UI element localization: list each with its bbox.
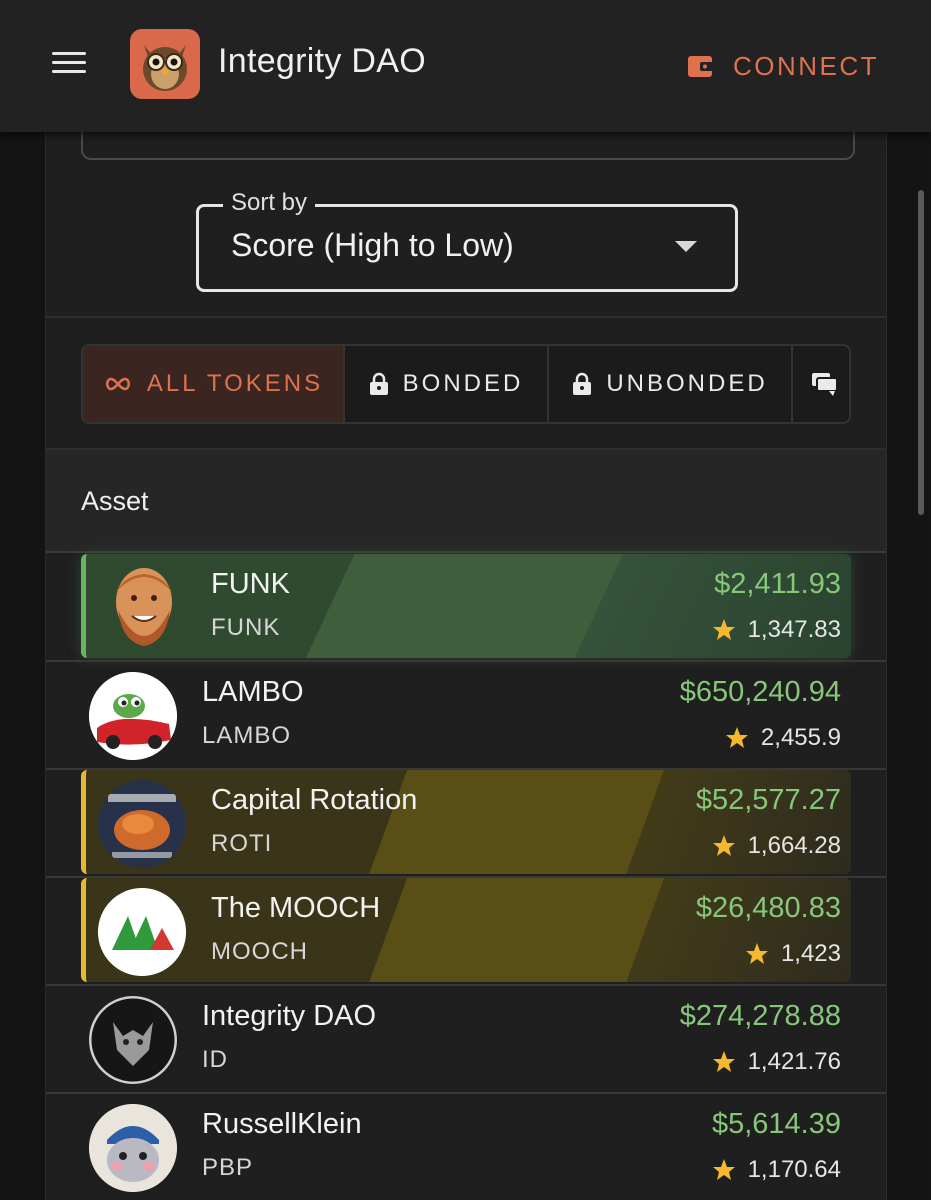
tab-chat[interactable] — [793, 346, 849, 422]
avatar — [89, 996, 177, 1084]
asset-price: $274,278.88 — [679, 1000, 841, 1032]
star-icon — [712, 1159, 735, 1180]
asset-symbol: ROTI — [211, 830, 273, 857]
asset-symbol: MOOCH — [211, 938, 308, 965]
infinity-icon — [105, 377, 130, 391]
asset-score: 1,664.28 — [712, 832, 841, 860]
token-filter-tabs: ALL TOKENS BONDED UNBONDED — [81, 344, 851, 424]
star-icon — [745, 943, 768, 964]
asset-price: $2,411.93 — [714, 568, 841, 600]
asset-symbol: FUNK — [211, 614, 281, 641]
sort-label: Sort by — [223, 189, 316, 217]
score-value: 1,423 — [780, 940, 841, 967]
tab-all-tokens[interactable]: ALL TOKENS — [83, 346, 345, 422]
table-row[interactable]: FUNK FUNK $2,411.93 1,347.83 — [46, 552, 886, 662]
asset-name: Capital Rotation — [211, 784, 418, 816]
star-icon — [725, 727, 748, 748]
main-panel: Sort by Score (High to Low) ALL TOKENS B… — [45, 122, 887, 1200]
avatar — [104, 562, 184, 650]
sort-value: Score (High to Low) — [231, 227, 514, 263]
star-icon — [712, 835, 735, 856]
lock-icon — [369, 372, 388, 395]
tab-bonded[interactable]: BONDED — [345, 346, 549, 422]
tab-label: BONDED — [402, 370, 524, 397]
asset-name: Integrity DAO — [202, 1000, 377, 1032]
score-value: 1,421.76 — [747, 1048, 841, 1075]
asset-symbol: LAMBO — [202, 722, 292, 749]
tab-unbonded[interactable]: UNBONDED — [549, 346, 793, 422]
tab-label: UNBONDED — [606, 370, 768, 397]
chat-icon — [812, 373, 838, 396]
tab-label: ALL TOKENS — [146, 370, 324, 397]
app-bar: Integrity DAO CONNECT — [0, 0, 931, 132]
score-value: 1,664.28 — [747, 832, 841, 859]
connect-label: CONNECT — [732, 50, 879, 81]
connect-button[interactable]: CONNECT — [687, 46, 879, 86]
asset-name: RussellKlein — [202, 1108, 362, 1140]
hamburger-menu-icon[interactable] — [52, 52, 86, 76]
asset-symbol: ID — [202, 1046, 228, 1073]
avatar — [89, 672, 177, 760]
sort-select[interactable]: Sort by Score (High to Low) — [196, 189, 738, 292]
divider — [46, 316, 886, 318]
star-icon — [712, 1051, 735, 1072]
asset-price: $650,240.94 — [679, 676, 841, 708]
asset-name: FUNK — [211, 568, 290, 600]
asset-score: 1,421.76 — [712, 1048, 841, 1076]
asset-score: 1,170.64 — [712, 1156, 841, 1184]
table-row[interactable]: RussellKlein PBP $5,614.39 1,170.64 — [46, 1092, 886, 1200]
asset-price: $5,614.39 — [711, 1108, 841, 1140]
asset-price: $26,480.83 — [695, 892, 841, 924]
scrollbar[interactable] — [918, 190, 924, 515]
avatar — [98, 888, 186, 976]
table-row[interactable]: Capital Rotation ROTI $52,577.27 1,664.2… — [46, 768, 886, 878]
app-title: Integrity DAO — [218, 42, 426, 80]
asset-symbol: PBP — [202, 1154, 254, 1181]
asset-name: LAMBO — [202, 676, 304, 708]
column-header-asset: Asset — [81, 486, 149, 516]
avatar — [98, 780, 186, 868]
table-row[interactable]: LAMBO LAMBO $650,240.94 2,455.9 — [46, 660, 886, 770]
star-icon — [712, 619, 735, 640]
score-value: 1,347.83 — [747, 616, 841, 643]
table-header: Asset — [46, 450, 886, 552]
chevron-down-icon — [675, 241, 697, 252]
owl-logo[interactable] — [130, 29, 200, 99]
lock-open-icon — [573, 372, 592, 395]
table-row[interactable]: The MOOCH MOOCH $26,480.83 1,423 — [46, 876, 886, 986]
asset-name: The MOOCH — [211, 892, 381, 924]
asset-score: 2,455.9 — [725, 724, 841, 752]
score-value: 2,455.9 — [760, 724, 841, 751]
score-value: 1,170.64 — [747, 1156, 841, 1183]
asset-score: 1,347.83 — [712, 616, 841, 644]
wallet-icon — [687, 56, 714, 77]
asset-price: $52,577.27 — [695, 784, 841, 816]
avatar — [89, 1104, 177, 1192]
asset-score: 1,423 — [745, 940, 841, 968]
table-row[interactable]: Integrity DAO ID $274,278.88 1,421.76 — [46, 984, 886, 1094]
